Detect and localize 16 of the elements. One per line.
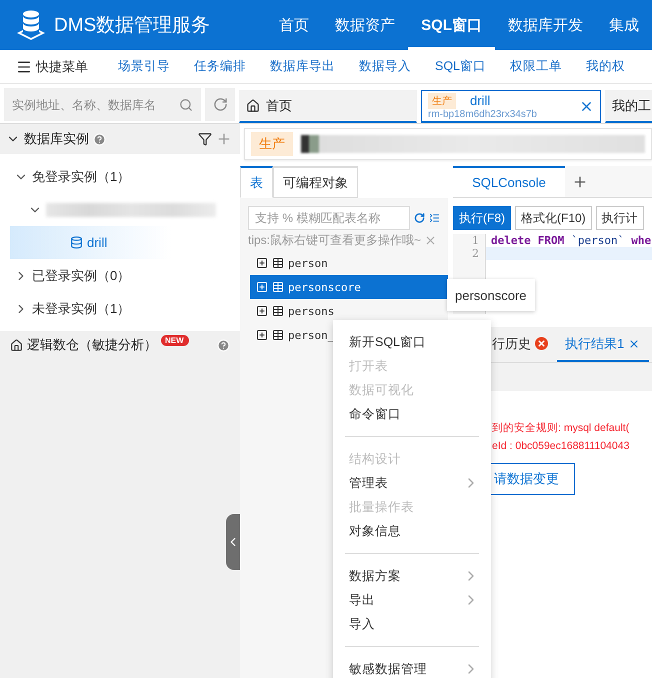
new-badge: NEW (161, 334, 189, 346)
code-line: delete FROM `person` whe (491, 234, 652, 247)
env-badge: 生产 (428, 92, 456, 108)
error-message: eId : 0bc059ec168811104043 (491, 439, 630, 454)
line-number: 1 (453, 234, 486, 247)
tab-title: drill (470, 93, 490, 108)
tab-subtitle: rm-bp18m6dh23rx34s7b (428, 108, 538, 120)
error-message: 到的安全规则: mysql default( (491, 421, 630, 436)
tab-title: 我的工 (612, 97, 651, 115)
panel-title: 数据库实例 (24, 130, 89, 148)
tab-title: 首页 (266, 97, 292, 115)
app-title: DMS数据管理服务 (54, 14, 210, 38)
env-badge: 生产 (251, 132, 293, 156)
tip-text: tips:鼠标右键可查看更多操作哦~ (248, 232, 422, 249)
line-number: 2 (453, 247, 486, 260)
tooltip: personscore (447, 279, 535, 311)
